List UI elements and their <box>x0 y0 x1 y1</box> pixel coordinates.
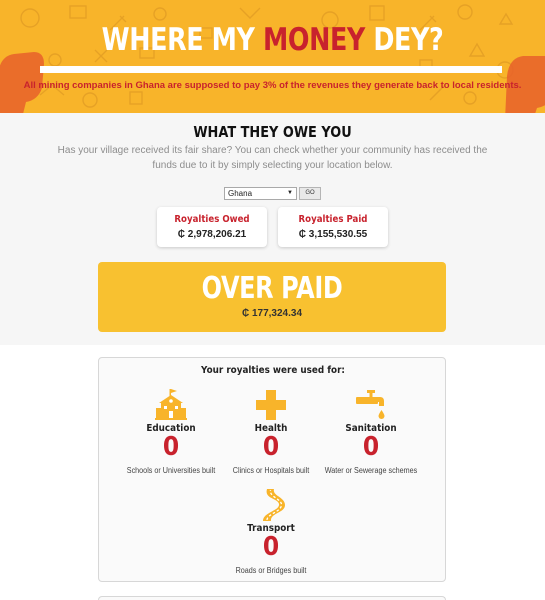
usage-item-education: Education 0 Schools or Universities buil… <box>116 388 226 475</box>
royalties-paid-label: Royalties Paid <box>298 214 368 225</box>
road-icon <box>263 489 285 521</box>
location-select[interactable]: Ghana ▼ <box>224 187 297 200</box>
payment-status-amount: ₵ 177,324.34 <box>241 308 303 319</box>
usage-item-count: 0 <box>162 432 180 462</box>
usage-item-description: Schools or Universities built <box>126 466 216 475</box>
owe-section: WHAT THEY OWE YOU Has your village recei… <box>0 113 545 345</box>
payment-status-label: OVER PAID <box>201 271 343 306</box>
usage-section: Your royalties were used for: Education … <box>0 345 545 600</box>
next-card-edge <box>98 596 446 600</box>
payment-status-banner: OVER PAID ₵ 177,324.34 <box>98 262 446 332</box>
usage-card: Your royalties were used for: Education … <box>98 357 446 582</box>
usage-item-description: Roads or Bridges built <box>235 566 307 575</box>
go-button[interactable]: GO <box>299 187 321 200</box>
royalties-paid-card: Royalties Paid ₵ 3,155,530.55 <box>278 207 388 247</box>
owe-section-title: WHAT THEY OWE YOU <box>193 123 352 141</box>
page-title: WHERE MY MONEY DEY? <box>49 22 496 58</box>
title-underline-bar <box>40 66 502 73</box>
title-money-highlight: MONEY <box>262 22 365 58</box>
health-cross-icon <box>256 390 286 420</box>
usage-item-transport: Transport 0 Roads or Bridges built <box>216 488 326 575</box>
faucet-icon <box>356 390 385 419</box>
usage-title: Your royalties were used for: <box>201 365 345 376</box>
usage-item-description: Water or Sewerage schemes <box>324 466 418 475</box>
usage-item-sanitation: Sanitation 0 Water or Sewerage schemes <box>316 388 426 475</box>
raised-fist-icon <box>0 52 44 113</box>
usage-item-count: 0 <box>262 432 280 462</box>
royalties-owed-label: Royalties Owed <box>174 214 250 225</box>
hero-banner: WHERE MY MONEY DEY? All mining companies… <box>0 0 545 113</box>
page-subtitle: All mining companies in Ghana are suppos… <box>23 80 522 91</box>
royalties-paid-value: ₵ 3,155,530.55 <box>298 229 368 240</box>
raised-fist-icon <box>505 56 545 113</box>
owe-section-description: Has your village received its fair share… <box>57 145 488 171</box>
school-icon <box>155 389 187 420</box>
chevron-down-icon: ▼ <box>287 190 293 196</box>
usage-item-health: Health 0 Clinics or Hospitals built <box>216 388 326 475</box>
royalties-owed-card: Royalties Owed ₵ 2,978,206.21 <box>157 207 267 247</box>
usage-item-description: Clinics or Hospitals built <box>232 466 310 475</box>
location-select-value: Ghana <box>228 189 253 198</box>
usage-item-count: 0 <box>262 532 280 562</box>
usage-item-count: 0 <box>362 432 380 462</box>
royalties-owed-value: ₵ 2,978,206.21 <box>177 229 247 240</box>
title-part-two: DEY? <box>364 22 444 58</box>
title-part-one: WHERE MY <box>101 22 263 58</box>
